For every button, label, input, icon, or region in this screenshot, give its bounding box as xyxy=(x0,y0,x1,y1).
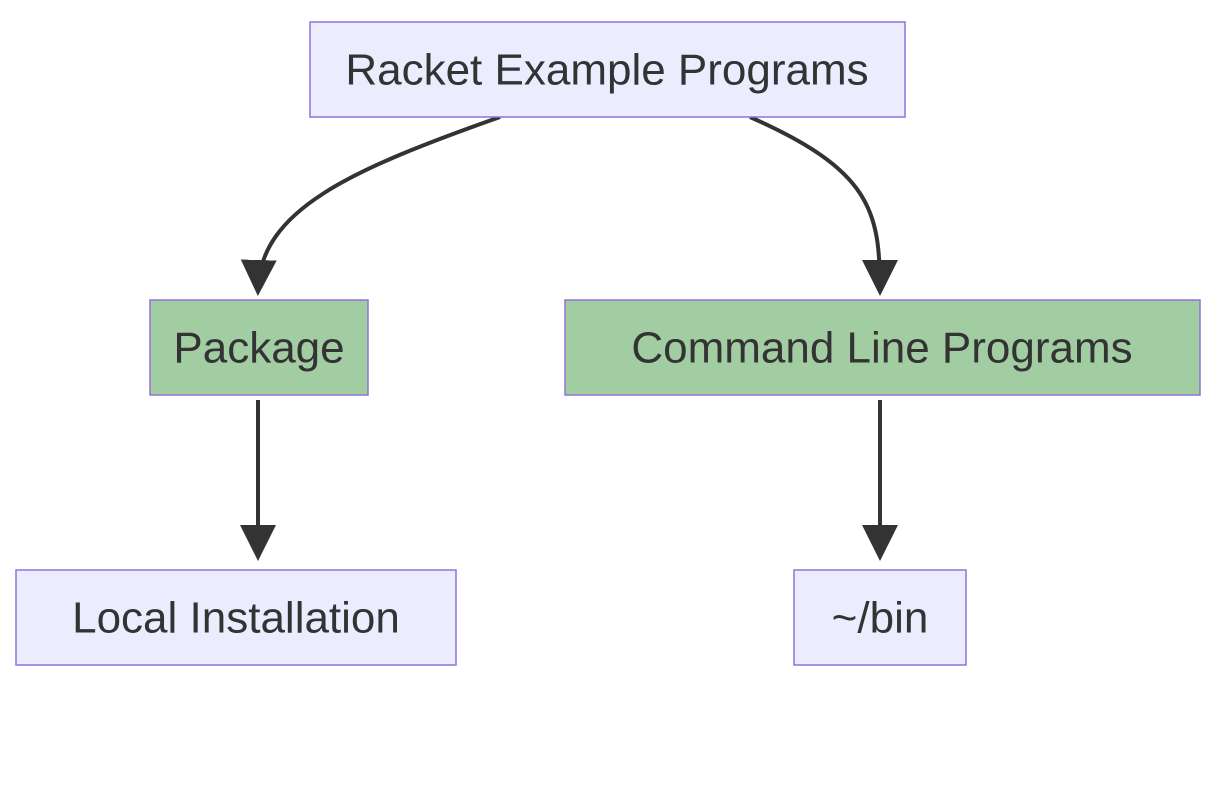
node-bin-label: ~/bin xyxy=(832,594,929,643)
node-bin: ~/bin xyxy=(794,570,966,665)
node-package: Package xyxy=(150,300,368,395)
node-cli-label: Command Line Programs xyxy=(631,324,1132,373)
node-cli: Command Line Programs xyxy=(565,300,1200,395)
edge-root-to-package xyxy=(258,117,500,290)
edge-root-to-cli xyxy=(750,117,880,290)
node-package-label: Package xyxy=(173,324,344,373)
node-root: Racket Example Programs xyxy=(310,22,905,117)
node-root-label: Racket Example Programs xyxy=(345,46,868,95)
node-local: Local Installation xyxy=(16,570,456,665)
node-local-label: Local Installation xyxy=(72,594,400,643)
flowchart-diagram: Racket Example Programs Package Command … xyxy=(0,0,1216,786)
